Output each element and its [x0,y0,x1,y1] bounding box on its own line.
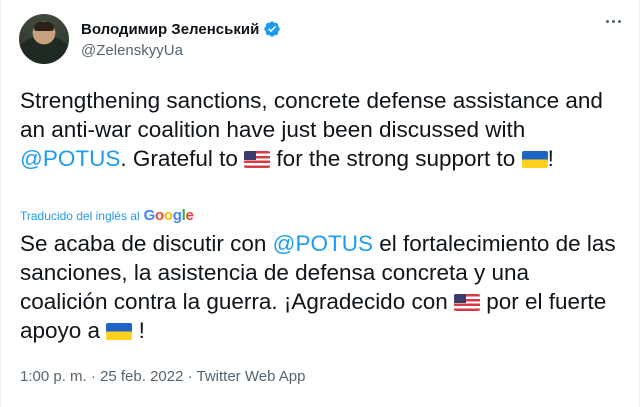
us-flag-icon [244,151,271,168]
mention-potus-link[interactable]: @POTUS [273,231,373,256]
translated-label: Traducido del inglés al [20,208,140,223]
google-logo-letter: o [155,207,164,224]
original-text-part4: ! [547,146,554,171]
tweet-timestamp[interactable]: 1:00 p. m. · 25 feb. 2022 · Twitter Web … [20,368,305,385]
tweet-card: Володимир Зеленський @ZelenskyyUa Streng… [0,0,640,407]
avatar[interactable] [19,14,69,64]
google-logo: Google [144,207,194,224]
ukraine-flag-icon [521,151,548,168]
original-text-part2: . Grateful to [120,146,245,171]
verified-badge-icon [264,21,280,37]
google-logo-letter: g [172,207,182,224]
translation-notice[interactable]: Traducido del inglés al Google [20,207,194,224]
mention-potus-link[interactable]: @POTUS [20,146,120,171]
google-logo-letter: e [185,207,194,224]
avatar-hair [34,22,54,31]
ukraine-flag-icon [106,323,133,340]
author-name[interactable]: Володимир Зеленський [81,21,259,38]
us-flag-icon [454,294,480,311]
google-logo-letter: o [163,207,173,224]
original-text-part1: Strengthening sanctions, concrete defens… [20,88,603,142]
tweet-translated-text: Se acaba de discutir con @POTUS el forta… [20,229,620,345]
google-logo-letter: G [143,207,156,224]
original-text-part3: for the strong support to [270,146,522,171]
tweet-original-text: Strengthening sanctions, concrete defens… [20,86,620,173]
author-name-row: Володимир Зеленський [81,20,281,38]
more-options-icon[interactable] [606,20,621,23]
translation-text-part1: Se acaba de discutir con [20,231,273,256]
translation-text-part4: ! [132,318,145,343]
author-handle[interactable]: @ZelenskyyUa [81,42,183,59]
